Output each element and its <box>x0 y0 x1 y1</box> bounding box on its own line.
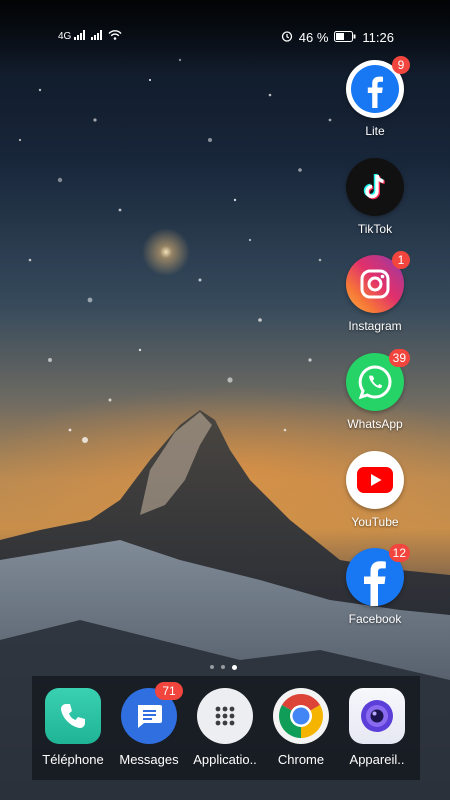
camera-icon <box>349 688 405 744</box>
notification-badge: 12 <box>388 544 410 562</box>
page-dot-active <box>232 664 237 670</box>
notification-badge: 1 <box>392 251 410 269</box>
instagram-icon: 1 <box>346 251 410 313</box>
chrome-icon <box>273 688 329 744</box>
app-label: Facebook <box>348 612 402 626</box>
dock-label: Chrome <box>277 752 325 767</box>
dock-label: Messages <box>119 752 179 767</box>
app-facebook[interactable]: 12 Facebook <box>335 544 415 626</box>
dock-label: Appareil.. <box>349 752 405 767</box>
page-dot <box>221 665 225 669</box>
battery-percent: 46 % <box>298 30 329 45</box>
notification-badge: 9 <box>392 56 410 74</box>
app-label: WhatsApp <box>347 417 403 431</box>
page-dot <box>210 665 214 669</box>
dock-app-chrome[interactable]: Chrome <box>261 688 341 767</box>
youtube-icon <box>346 451 404 509</box>
app-lite[interactable]: 9 Lite <box>335 56 415 138</box>
battery-icon <box>334 30 356 45</box>
dock-label: Applicatio.. <box>193 752 257 767</box>
app-whatsapp[interactable]: 39 WhatsApp <box>335 349 415 431</box>
notification-badge: 71 <box>155 682 183 700</box>
app-instagram[interactable]: 1 Instagram <box>335 251 415 333</box>
notification-badge: 39 <box>388 349 410 367</box>
phone-icon <box>45 688 101 744</box>
tiktok-icon <box>346 158 404 216</box>
app-label: TikTok <box>357 222 393 236</box>
dock-app-camera[interactable]: Appareil.. <box>337 688 417 767</box>
page-indicator <box>210 664 237 670</box>
signal-icon <box>74 30 88 43</box>
app-tiktok[interactable]: TikTok <box>335 158 415 236</box>
app-youtube[interactable]: YouTube <box>335 451 415 529</box>
alarm-icon <box>281 30 293 45</box>
wifi-icon <box>108 30 122 43</box>
app-label: YouTube <box>351 515 399 529</box>
messages-icon: 71 <box>121 682 183 744</box>
app-label: Instagram <box>348 319 402 333</box>
dock-app-drawer[interactable]: Applicatio.. <box>185 688 265 767</box>
signal-icon <box>91 30 105 43</box>
app-drawer-icon <box>197 688 253 744</box>
facebook-icon: 12 <box>346 544 410 606</box>
dock-label: Téléphone <box>42 752 104 767</box>
network-type: 4G <box>58 31 72 42</box>
facebook-lite-icon: 9 <box>346 56 410 118</box>
whatsapp-icon: 39 <box>346 349 410 411</box>
clock: 11:26 <box>362 30 394 45</box>
dock-app-messages[interactable]: 71 Messages <box>109 682 189 767</box>
dock-app-phone[interactable]: Téléphone <box>33 688 113 767</box>
app-label: Lite <box>365 124 385 138</box>
